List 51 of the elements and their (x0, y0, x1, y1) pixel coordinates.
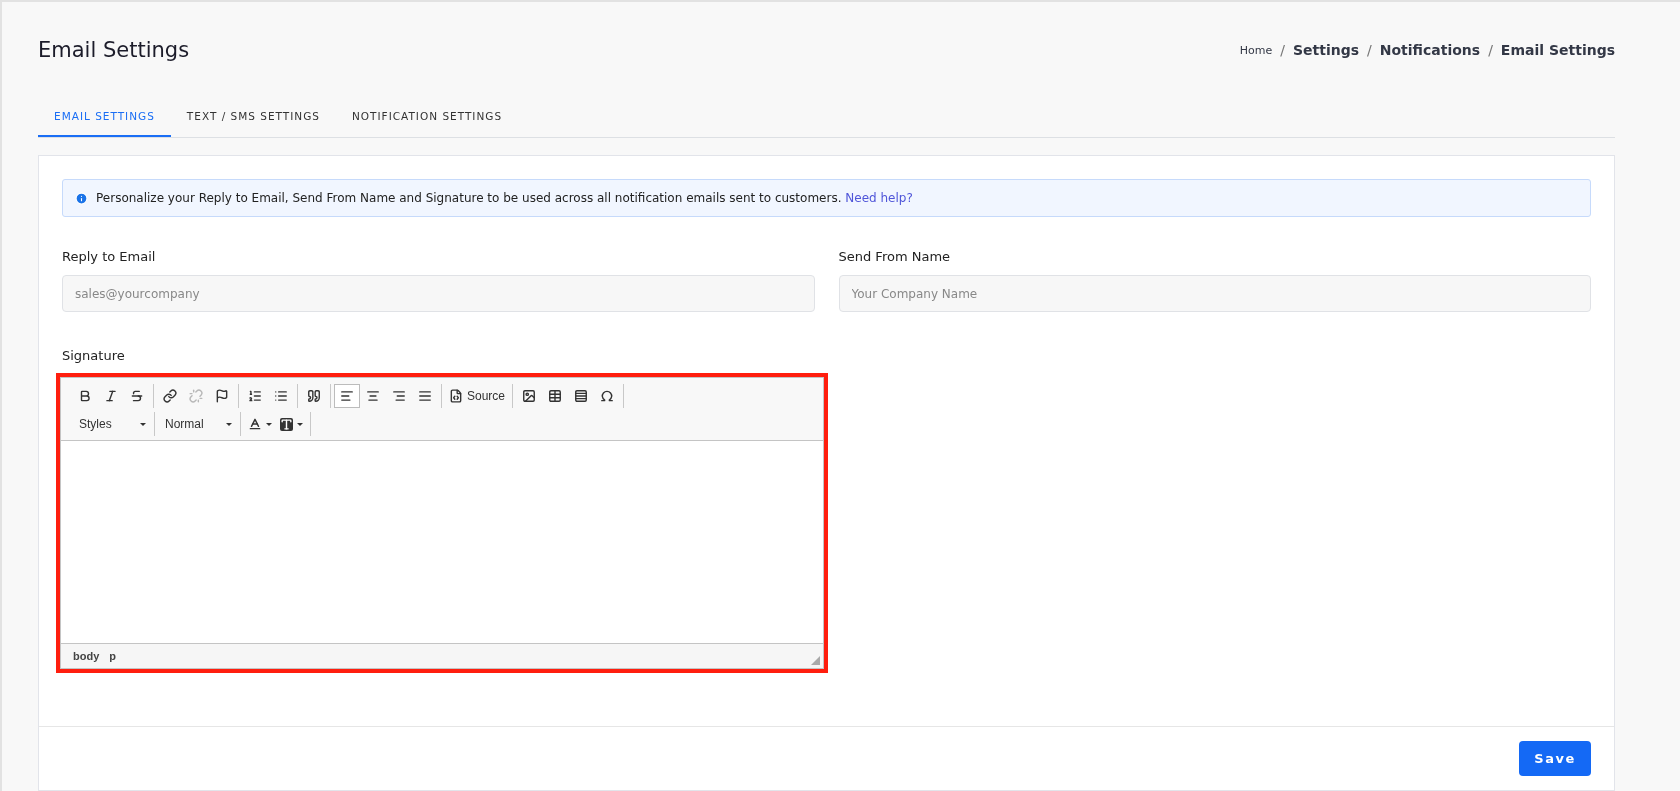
input-field[interactable]: Your Company Name (838, 275, 1591, 312)
italic-icon (104, 389, 118, 403)
link-icon (163, 389, 177, 403)
align-left-icon (340, 389, 354, 403)
horizontal-lines-icon (574, 389, 589, 403)
format-dropdown[interactable]: Styles (69, 412, 155, 436)
resize-handle[interactable] (811, 656, 820, 665)
breadcrumb-item[interactable]: Home (1239, 43, 1273, 57)
bullet-list-icon (274, 389, 288, 403)
source-code-icon (449, 389, 463, 403)
align-right-icon (392, 389, 406, 403)
breadcrumb-separator: / (1488, 42, 1493, 58)
alert-text: Personalize your Reply to Email, Send From Name and Signature to be used across all notification emails sent to customers. Need help? (96, 191, 913, 205)
omega-icon (600, 389, 615, 403)
numbered-list-icon (248, 389, 262, 403)
tab[interactable]: EMAIL SETTINGS (38, 98, 171, 137)
caret-icon (297, 422, 303, 426)
bold-icon (78, 389, 92, 403)
breadcrumb-item: Settings (1292, 42, 1360, 58)
page-title: Email Settings (38, 38, 190, 62)
align-center-icon (366, 389, 380, 403)
info-icon (75, 191, 88, 205)
caret-icon (266, 422, 272, 426)
flag-icon (215, 389, 229, 403)
text-color-icon (248, 417, 262, 431)
field-label: Send From Name (838, 249, 952, 264)
breadcrumb-separator: / (1367, 42, 1372, 58)
source-button[interactable]: Source (445, 384, 510, 408)
strikethrough-icon (130, 389, 144, 403)
background-color-icon (280, 417, 293, 431)
align-left-button[interactable] (334, 384, 360, 408)
path-item[interactable]: body (73, 650, 100, 662)
path-item[interactable]: p (109, 650, 116, 662)
caret-icon (140, 422, 146, 426)
breadcrumb-item: Email Settings (1500, 42, 1615, 58)
tab[interactable]: NOTIFICATION SETTINGS (335, 98, 519, 137)
field-label: Reply to Email (62, 249, 157, 264)
tab[interactable]: TEXT / SMS SETTINGS (170, 98, 336, 137)
caret-icon (226, 422, 232, 426)
help-link[interactable]: Need help? (845, 191, 913, 205)
format-dropdown[interactable]: Normal (155, 412, 241, 436)
quote-icon (307, 389, 321, 403)
save-button[interactable]: Save (1519, 741, 1591, 776)
input-field[interactable]: sales@yourcompany (62, 275, 815, 312)
breadcrumb-separator: / (1280, 42, 1285, 58)
unlink-icon (189, 389, 203, 403)
field-label: Signature (62, 348, 126, 363)
table-icon (548, 389, 563, 403)
breadcrumb-item: Notifications (1379, 42, 1481, 58)
image-icon (522, 389, 537, 403)
justify-icon (418, 389, 432, 403)
